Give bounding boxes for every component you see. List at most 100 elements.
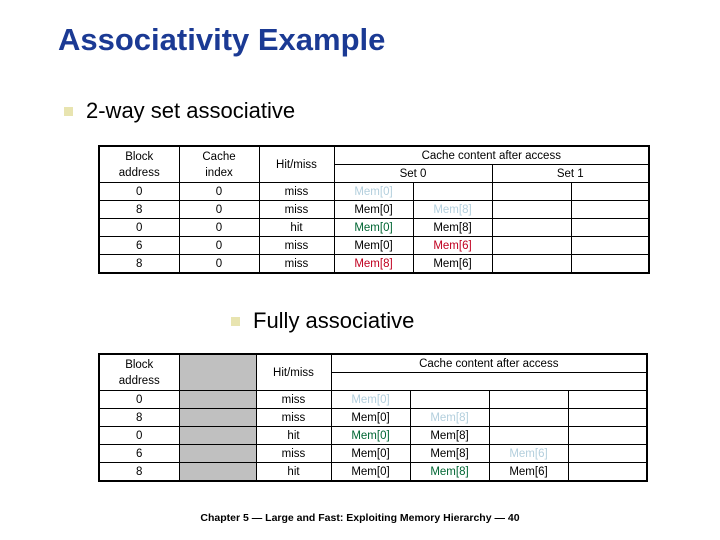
table-row: 8 0 miss Mem[8] Mem[6]: [98, 254, 650, 274]
cell-hit-miss: miss: [258, 182, 335, 201]
header-hit-miss: Hit/miss: [258, 145, 335, 183]
header-cache-index-line1: Cache: [202, 150, 236, 163]
cell-cache-way-2: Mem[6]: [488, 462, 569, 482]
header-cache-content-spacer: [330, 372, 648, 391]
bullet-item-fully-associative: Fully associative: [231, 308, 414, 334]
cell-set1-way1: [570, 200, 650, 219]
cell-cache-way-3: [567, 390, 648, 409]
cell-cache-way-3: [567, 426, 648, 445]
cell-cache-way-1: Mem[8]: [409, 462, 490, 482]
header-cache-content-after-access: Cache content after access: [330, 353, 648, 373]
cell-cache-way-1: Mem[8]: [409, 408, 490, 427]
cell-set1-way0: [491, 218, 572, 237]
cell-hit-miss: miss: [255, 390, 332, 409]
cell-blank-gray: [178, 426, 257, 445]
cell-cache-way-2: [488, 408, 569, 427]
table-row: 0 hit Mem[0] Mem[8]: [98, 426, 648, 445]
cell-set0-way1: Mem[8]: [412, 200, 493, 219]
slide-footer: Chapter 5 — Large and Fast: Exploiting M…: [200, 512, 520, 524]
table-row: 0 0 hit Mem[0] Mem[8]: [98, 218, 650, 237]
cell-set0-way0: Mem[0]: [333, 218, 414, 237]
header-cache-index-line2: index: [205, 166, 233, 179]
cell-block-address: 0: [98, 390, 180, 409]
table-row: 0 miss Mem[0]: [98, 390, 648, 409]
cell-set0-way0: Mem[0]: [333, 200, 414, 219]
cell-cache-index: 0: [178, 200, 260, 219]
bullet-label-2way: 2-way set associative: [86, 98, 296, 123]
header-cache-content-after-access: Cache content after access: [333, 145, 650, 165]
cell-set0-way1: [412, 182, 493, 201]
cell-cache-way-0: Mem[0]: [330, 462, 411, 482]
cell-hit-miss: hit: [255, 462, 332, 482]
header-block-address: Block address: [98, 353, 180, 391]
cell-hit-miss: miss: [258, 254, 335, 274]
cell-set1-way1: [570, 254, 650, 274]
square-bullet-icon: [64, 106, 73, 116]
cell-set1-way0: [491, 182, 572, 201]
cell-hit-miss: hit: [258, 218, 335, 237]
cell-cache-way-3: [567, 408, 648, 427]
cell-cache-way-1: Mem[8]: [409, 444, 490, 463]
cell-set1-way0: [491, 254, 572, 274]
cell-block-address: 6: [98, 236, 180, 255]
header-cache-index: Cache index: [178, 145, 260, 183]
cell-set1-way1: [570, 182, 650, 201]
header-blank-gray-column: [178, 353, 257, 391]
cell-set1-way1: [570, 218, 650, 237]
header-set-1: Set 1: [491, 164, 650, 183]
table-row: 8 miss Mem[0] Mem[8]: [98, 408, 648, 427]
cell-cache-way-3: [567, 462, 648, 482]
cell-blank-gray: [178, 444, 257, 463]
cell-cache-way-0: Mem[0]: [330, 426, 411, 445]
cell-cache-way-1: Mem[8]: [409, 426, 490, 445]
cell-set0-way0: Mem[8]: [333, 254, 414, 274]
header-block-address: Block address: [98, 145, 180, 183]
table-header-row-1: Block address Cache index Hit/miss Cache c…: [98, 145, 650, 183]
cell-set0-way0: Mem[0]: [333, 236, 414, 255]
page-title: Associativity Example: [58, 22, 386, 57]
table-row: 0 0 miss Mem[0]: [98, 182, 650, 201]
cell-block-address: 8: [98, 462, 180, 482]
cell-block-address: 0: [98, 218, 180, 237]
square-bullet-icon: [231, 316, 240, 326]
cell-set0-way1: Mem[6]: [412, 236, 493, 255]
table-header-row-1: Block address Hit/miss Cache content afte…: [98, 353, 648, 391]
cell-cache-way-2: [488, 426, 569, 445]
header-hit-miss: Hit/miss: [255, 353, 332, 391]
cell-cache-way-1: [409, 390, 490, 409]
cell-set1-way1: [570, 236, 650, 255]
cell-set1-way0: [491, 200, 572, 219]
cell-cache-way-0: Mem[0]: [330, 390, 411, 409]
cell-block-address: 6: [98, 444, 180, 463]
cell-blank-gray: [178, 462, 257, 482]
cell-cache-index: 0: [178, 182, 260, 201]
cell-hit-miss: miss: [258, 236, 335, 255]
table-row: 8 hit Mem[0] Mem[8] Mem[6]: [98, 462, 648, 482]
table-row: 6 miss Mem[0] Mem[8] Mem[6]: [98, 444, 648, 463]
cell-blank-gray: [178, 408, 257, 427]
cell-cache-way-2: [488, 390, 569, 409]
cell-block-address: 8: [98, 408, 180, 427]
bullet-label-fully: Fully associative: [253, 308, 415, 333]
header-block-address-line1: Block: [125, 150, 154, 163]
cell-hit-miss: miss: [255, 444, 332, 463]
cell-block-address: 8: [98, 254, 180, 274]
cell-cache-way-3: [567, 444, 648, 463]
cell-hit-miss: hit: [255, 426, 332, 445]
cell-cache-way-0: Mem[0]: [330, 408, 411, 427]
cell-hit-miss: miss: [258, 200, 335, 219]
two-way-set-associative-table: Block address Cache index Hit/miss Cache c…: [98, 145, 651, 274]
cell-blank-gray: [178, 390, 257, 409]
cell-set0-way1: Mem[8]: [412, 218, 493, 237]
cell-set0-way1: Mem[6]: [412, 254, 493, 274]
cell-cache-way-2: Mem[6]: [488, 444, 569, 463]
cell-cache-index: 0: [178, 236, 260, 255]
cell-block-address: 0: [98, 182, 180, 201]
cell-set0-way0: Mem[0]: [333, 182, 414, 201]
cell-block-address: 8: [98, 200, 180, 219]
table-row: 8 0 miss Mem[0] Mem[8]: [98, 200, 650, 219]
cell-cache-index: 0: [178, 254, 260, 274]
header-block-address-line2: address: [118, 374, 160, 387]
header-set-0: Set 0: [333, 164, 493, 183]
cell-cache-way-0: Mem[0]: [330, 444, 411, 463]
